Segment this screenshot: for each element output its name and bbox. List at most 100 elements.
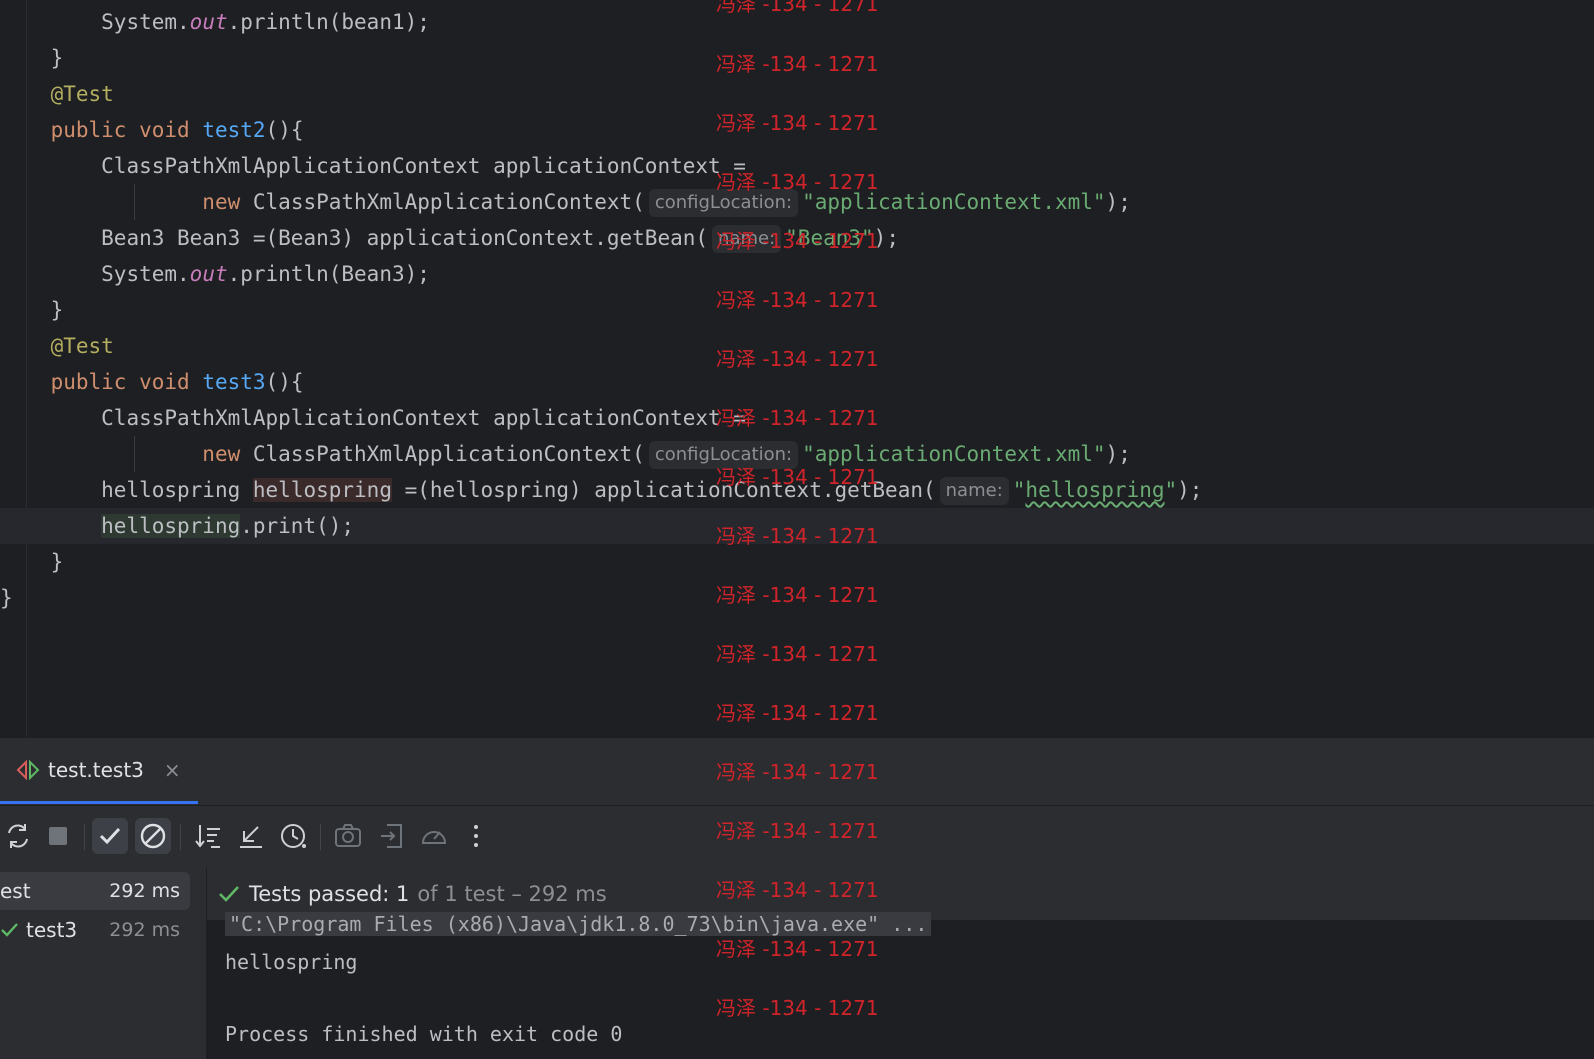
parameter-hint: name: bbox=[939, 477, 1009, 505]
keyword-token: void bbox=[139, 370, 190, 394]
annotation-token: @Test bbox=[50, 82, 114, 106]
variable-highlight: hellospring bbox=[101, 514, 241, 538]
code-token: .println(Bean3); bbox=[227, 262, 430, 286]
code-token: .print(); bbox=[240, 514, 355, 538]
code-line[interactable]: hellospring hellospring =(hellospring) a… bbox=[0, 472, 1594, 508]
test-results-tree: est 292 ms test3 292 ms bbox=[0, 868, 207, 1059]
code-line[interactable]: new ClassPathXmlApplicationContext(confi… bbox=[0, 436, 1594, 472]
check-icon bbox=[1, 923, 18, 937]
code-token: =(hellospring) applicationContext.getBea… bbox=[404, 478, 936, 502]
export-icon[interactable] bbox=[374, 818, 410, 854]
code-line[interactable]: new ClassPathXmlApplicationContext(confi… bbox=[0, 184, 1594, 220]
tree-item-time: 292 ms bbox=[109, 919, 180, 941]
string-token: "applicationContext.xml" bbox=[802, 442, 1106, 466]
coverage-icon[interactable] bbox=[416, 818, 452, 854]
code-line[interactable]: } bbox=[0, 580, 1594, 616]
keyword-token: new bbox=[202, 442, 241, 466]
toolbar-separator bbox=[84, 824, 85, 850]
history-icon[interactable] bbox=[276, 818, 312, 854]
string-token: "Bean3" bbox=[785, 226, 874, 250]
string-token: " bbox=[1012, 478, 1026, 502]
close-icon[interactable]: × bbox=[164, 758, 181, 782]
run-toolbar bbox=[0, 805, 1594, 869]
code-token: ClassPathXmlApplicationContext applicati… bbox=[101, 154, 746, 178]
code-line[interactable]: System.out.println(bean1); bbox=[0, 4, 1594, 40]
current-code-line[interactable]: hellospring.print(); bbox=[0, 508, 1594, 544]
code-token: System bbox=[101, 262, 178, 286]
code-line[interactable]: @Test bbox=[0, 76, 1594, 112]
tree-item-time: 292 ms bbox=[109, 880, 180, 902]
rerun-icon[interactable] bbox=[0, 818, 36, 854]
code-token: ClassPathXmlApplicationContext( bbox=[252, 190, 645, 214]
code-line[interactable]: ClassPathXmlApplicationContext applicati… bbox=[0, 148, 1594, 184]
code-line[interactable]: public void test2(){ bbox=[0, 112, 1594, 148]
parameter-hint: configLocation: bbox=[648, 189, 799, 217]
code-token: ); bbox=[1105, 442, 1131, 466]
variable-highlight: hellospring bbox=[252, 478, 392, 502]
method-name: test3 bbox=[202, 370, 266, 394]
code-token: out bbox=[189, 262, 228, 286]
code-line[interactable]: Bean3 Bean3 =(Bean3) applicationContext.… bbox=[0, 220, 1594, 256]
test-status-detail: of 1 test – 292 ms bbox=[417, 882, 607, 906]
string-token: "applicationContext.xml" bbox=[802, 190, 1106, 214]
code-token: (){ bbox=[265, 118, 304, 142]
sort-icon[interactable] bbox=[190, 818, 226, 854]
collapse-icon[interactable] bbox=[233, 818, 269, 854]
code-token: } bbox=[50, 298, 64, 322]
check-icon bbox=[219, 886, 239, 902]
keyword-token: public bbox=[50, 370, 127, 394]
console-output[interactable]: Tests passed: 1 of 1 test – 292 ms "C:\P… bbox=[207, 868, 1594, 1059]
string-token: hellospring bbox=[1025, 478, 1165, 502]
console-command: "C:\Program Files (x86)\Java\jdk1.8.0_73… bbox=[225, 912, 932, 936]
run-tab-test3[interactable]: test.test3 × bbox=[0, 738, 198, 804]
run-tool-tabbar: test.test3 × bbox=[0, 737, 1594, 806]
code-token: System bbox=[101, 10, 178, 34]
code-token: ); bbox=[1177, 478, 1203, 502]
tree-item-label: est bbox=[0, 879, 31, 903]
code-token: out bbox=[189, 10, 228, 34]
code-token: ClassPathXmlApplicationContext( bbox=[252, 442, 645, 466]
tree-item-test3[interactable]: test3 292 ms bbox=[0, 911, 190, 949]
test-status-text: Tests passed: 1 bbox=[249, 882, 410, 906]
code-token: ); bbox=[1105, 190, 1131, 214]
code-line[interactable]: System.out.println(Bean3); bbox=[0, 256, 1594, 292]
method-name: test2 bbox=[202, 118, 266, 142]
console-command-line[interactable]: "C:\Program Files (x86)\Java\jdk1.8.0_73… bbox=[225, 906, 932, 942]
code-line[interactable]: } bbox=[0, 544, 1594, 580]
code-line[interactable]: ClassPathXmlApplicationContext applicati… bbox=[0, 400, 1594, 436]
stop-icon[interactable] bbox=[40, 818, 76, 854]
code-token: } bbox=[0, 586, 13, 610]
console-line: hellospring bbox=[225, 950, 358, 974]
screenshot-icon[interactable] bbox=[330, 818, 366, 854]
code-line[interactable]: } bbox=[0, 292, 1594, 328]
code-editor[interactable]: System.out.println(bean1); } @Test publi… bbox=[0, 0, 1594, 737]
parameter-hint: name: bbox=[712, 225, 782, 253]
toolbar-separator bbox=[180, 824, 181, 850]
tree-item-label: test3 bbox=[26, 918, 78, 942]
code-token: hellospring bbox=[101, 478, 241, 502]
code-token: } bbox=[50, 550, 64, 574]
more-icon[interactable] bbox=[458, 818, 494, 854]
annotation-token: @Test bbox=[50, 334, 114, 358]
show-ignored-icon[interactable] bbox=[135, 818, 171, 854]
toolbar-separator bbox=[320, 824, 321, 850]
parameter-hint: configLocation: bbox=[648, 441, 799, 469]
code-line[interactable]: @Test bbox=[0, 328, 1594, 364]
tree-item-root[interactable]: est 292 ms bbox=[0, 872, 190, 910]
code-token: ); bbox=[873, 226, 899, 250]
code-token: } bbox=[50, 46, 64, 70]
code-token: ClassPathXmlApplicationContext applicati… bbox=[101, 406, 746, 430]
code-token: Bean3 Bean3 =(Bean3) applicationContext.… bbox=[101, 226, 709, 250]
test-run-icon bbox=[16, 759, 40, 780]
code-token: .println(bean1); bbox=[227, 10, 430, 34]
keyword-token: new bbox=[202, 190, 241, 214]
run-tab-label: test.test3 bbox=[48, 757, 144, 782]
show-passed-icon[interactable] bbox=[92, 818, 128, 854]
string-token: " bbox=[1164, 478, 1178, 502]
code-line[interactable]: public void test3(){ bbox=[0, 364, 1594, 400]
code-line[interactable]: } bbox=[0, 40, 1594, 76]
keyword-token: public bbox=[50, 118, 127, 142]
code-token: (){ bbox=[265, 370, 304, 394]
keyword-token: void bbox=[139, 118, 190, 142]
console-line: Process finished with exit code 0 bbox=[225, 1022, 623, 1046]
